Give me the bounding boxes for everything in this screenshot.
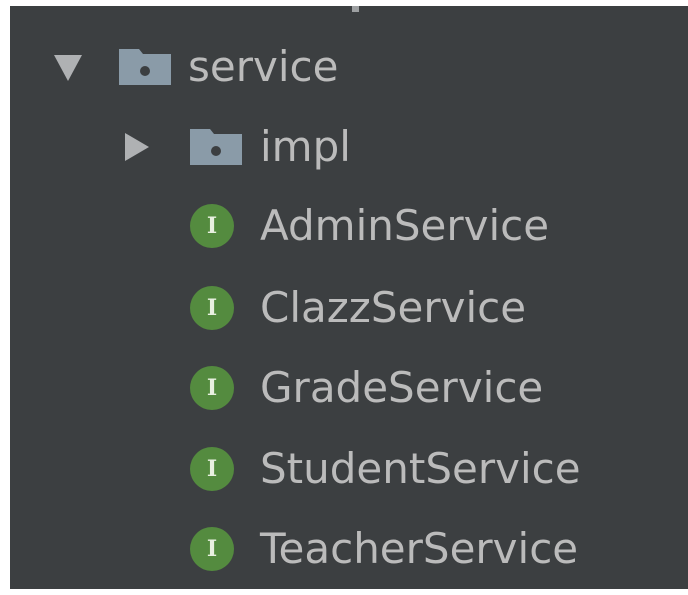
tree-node-label: ClazzService	[260, 283, 527, 332]
tree-node-teacherservice[interactable]: I TeacherService	[10, 509, 688, 589]
collapse-right-arrow-icon[interactable]	[125, 133, 149, 161]
tree-node-label: impl	[260, 122, 351, 171]
interface-icon: I	[190, 447, 234, 491]
package-folder-icon	[190, 129, 242, 165]
interface-icon: I	[190, 286, 234, 330]
interface-icon: I	[190, 527, 234, 571]
clipped-row-fragment	[352, 6, 359, 12]
tree-node-label: GradeService	[260, 363, 544, 412]
package-folder-icon	[119, 49, 171, 85]
tree-node-label: StudentService	[260, 444, 581, 493]
tree-node-label: service	[188, 42, 339, 91]
interface-icon: I	[190, 204, 234, 248]
tree-node-label: TeacherService	[260, 524, 579, 573]
tree-node-adminservice[interactable]: I AdminService	[10, 186, 688, 266]
expand-down-arrow-icon[interactable]	[54, 55, 82, 81]
tree-node-service[interactable]: service	[10, 27, 688, 107]
tree-node-clazzservice[interactable]: I ClazzService	[10, 268, 688, 348]
tree-node-gradeservice[interactable]: I GradeService	[10, 348, 688, 428]
interface-icon: I	[190, 366, 234, 410]
tree-node-studentservice[interactable]: I StudentService	[10, 429, 688, 509]
tree-node-impl[interactable]: impl	[10, 107, 688, 187]
project-tree-panel: service impl I AdminService I ClazzServi…	[10, 6, 688, 589]
tree-node-label: AdminService	[260, 201, 550, 250]
